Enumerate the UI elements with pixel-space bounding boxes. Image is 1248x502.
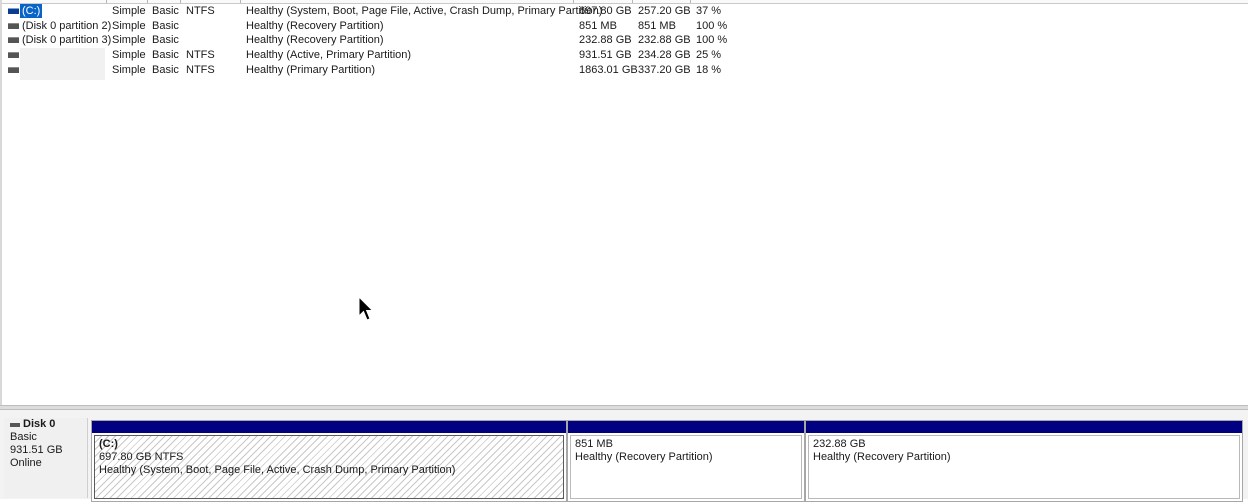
volume-free-space: 337.20 GB (638, 64, 691, 76)
column-divider[interactable] (180, 0, 181, 3)
disk-info[interactable]: Disk 0 Basic 931.51 GB Online (4, 418, 88, 498)
volume-row[interactable]: (Disk 0 partition 2) Simple Basic Health… (2, 19, 762, 33)
disk-name: Disk 0 (23, 418, 56, 430)
volume-file-system: NTFS (186, 49, 215, 61)
volume-row[interactable]: Simple Basic NTFS Healthy (Active, Prima… (2, 48, 762, 62)
volume-free-space: 851 MB (638, 20, 676, 32)
volume-type: Basic (152, 64, 179, 76)
volume-layout: Simple (112, 20, 146, 32)
volume-layout: Simple (112, 34, 146, 46)
volume-status: Healthy (System, Boot, Page File, Active… (246, 5, 603, 17)
volume-name[interactable]: (Disk 0 partition 2) (22, 19, 111, 33)
column-divider[interactable] (240, 0, 241, 3)
partition-body[interactable]: 851 MB Healthy (Recovery Partition) (570, 435, 802, 499)
partition-bar (92, 421, 566, 433)
volume-percent-free: 18 % (696, 64, 722, 76)
partition-name: (C:) (99, 438, 118, 450)
partition-bar (806, 421, 1242, 433)
volume-status: Healthy (Recovery Partition) (246, 34, 384, 46)
volume-icon (8, 23, 19, 29)
volume-icon (8, 8, 19, 14)
partition-size: 232.88 GB (813, 438, 866, 450)
volume-percent-free: 37 % (696, 5, 722, 17)
volume-free-space: 232.88 GB (638, 34, 691, 46)
volume-percent-free: 100 % (696, 20, 728, 32)
volume-layout: Simple (112, 49, 146, 61)
mouse-pointer-icon (358, 296, 374, 321)
volume-status: Healthy (Primary Partition) (246, 64, 375, 76)
volume-layout: Simple (112, 5, 146, 17)
partition-size: 851 MB (575, 438, 613, 450)
column-divider[interactable] (632, 0, 633, 3)
partition-bar (568, 421, 804, 433)
volume-row[interactable]: (Disk 0 partition 3) Simple Basic Health… (2, 33, 762, 47)
partition-status: Healthy (Recovery Partition) (575, 451, 713, 463)
column-divider[interactable] (690, 0, 691, 3)
volume-free-space: 257.20 GB (638, 5, 691, 17)
partition-c[interactable]: (C:) 697.80 GB NTFS Healthy (System, Boo… (91, 420, 567, 502)
volume-type: Basic (152, 34, 179, 46)
volume-status: Healthy (Active, Primary Partition) (246, 49, 412, 61)
volume-capacity: 851 MB (579, 20, 617, 32)
volume-icon (8, 52, 19, 58)
volume-icon (8, 67, 19, 73)
volume-row[interactable]: (C:) Simple Basic NTFS Healthy (System, … (2, 4, 762, 18)
partition-body[interactable]: (C:) 697.80 GB NTFS Healthy (System, Boo… (94, 435, 564, 499)
volume-file-system: NTFS (186, 5, 215, 17)
volume-row[interactable]: Simple Basic NTFS Healthy (Primary Parti… (2, 63, 762, 77)
volume-type: Basic (152, 20, 179, 32)
partition-status: Healthy (Recovery Partition) (813, 451, 951, 463)
disk-type: Basic (10, 431, 37, 443)
column-divider[interactable] (573, 0, 574, 3)
volume-type: Basic (152, 49, 179, 61)
volume-name[interactable]: (C:) (20, 4, 43, 18)
partition-body[interactable]: 232.88 GB Healthy (Recovery Partition) (808, 435, 1240, 499)
volume-file-system: NTFS (186, 64, 215, 76)
disk-size: 931.51 GB (10, 444, 63, 456)
volume-capacity: 931.51 GB (579, 49, 632, 61)
volume-list[interactable]: (C:) Simple Basic NTFS Healthy (System, … (0, 0, 1248, 405)
volume-icon (8, 37, 19, 43)
volume-name[interactable]: (Disk 0 partition 3) (22, 33, 111, 47)
volume-free-space: 234.28 GB (638, 49, 691, 61)
volume-capacity: 697.80 GB (579, 5, 632, 17)
partition-status: Healthy (System, Boot, Page File, Active… (99, 464, 456, 476)
volume-capacity: 1863.01 GB (579, 64, 638, 76)
disk-title: Disk 0 (10, 418, 87, 431)
volume-type: Basic (152, 5, 179, 17)
disk-state: Online (10, 457, 42, 469)
column-divider[interactable] (106, 0, 107, 3)
column-divider[interactable] (147, 0, 148, 3)
disk-graph-pane[interactable]: Disk 0 Basic 931.51 GB Online (C:) 697.8… (0, 410, 1248, 502)
partition-size: 697.80 GB NTFS (99, 451, 184, 463)
partition-recovery-2[interactable]: 232.88 GB Healthy (Recovery Partition) (805, 420, 1243, 502)
volume-percent-free: 100 % (696, 34, 728, 46)
volume-status: Healthy (Recovery Partition) (246, 20, 384, 32)
partition-recovery-1[interactable]: 851 MB Healthy (Recovery Partition) (567, 420, 805, 502)
volume-percent-free: 25 % (696, 49, 722, 61)
volume-capacity: 232.88 GB (579, 34, 632, 46)
disk-icon (10, 422, 20, 427)
volume-layout: Simple (112, 64, 146, 76)
